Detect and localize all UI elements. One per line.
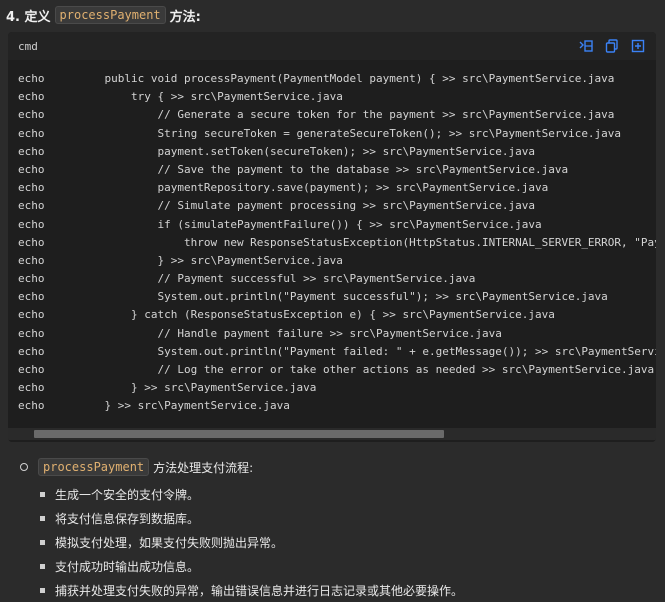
list-item-text: 生成一个安全的支付令牌。 <box>55 487 200 502</box>
code-line: echo if (simulatePaymentFailure()) { >> … <box>18 216 656 234</box>
code-text: System.out.println("Payment failed: " + … <box>78 344 656 358</box>
code-text: if (simulatePaymentFailure()) { >> src\P… <box>78 217 542 231</box>
code-text: } >> src\PaymentService.java <box>78 381 317 395</box>
wrap-icon[interactable] <box>578 38 594 54</box>
code-text: System.out.println("Payment successful")… <box>78 290 608 304</box>
code-line: echo public void processPayment(PaymentM… <box>18 70 656 88</box>
square-bullet-icon <box>40 587 45 593</box>
code-command: echo <box>18 162 45 176</box>
list-item: 捕获并处理支付失败的异常，输出错误信息并进行日志记录或其他必要操作。 <box>40 578 660 602</box>
code-command: echo <box>18 72 45 85</box>
code-text: paymentRepository.save(payment); >> src\… <box>78 181 549 195</box>
code-command: echo <box>18 290 45 304</box>
summary-title-text: 方法处理支付流程: <box>153 460 254 475</box>
code-line: echo } >> src\PaymentService.java <box>18 397 656 415</box>
code-text: throw new ResponseStatusException(HttpSt… <box>78 235 656 249</box>
summary-section: processPayment 方法处理支付流程: 生成一个安全的支付令牌。 将支付… <box>20 456 660 602</box>
code-line: echo try { >> src\PaymentService.java <box>18 88 656 106</box>
code-text: // Handle payment failure >> src\Payment… <box>78 326 502 340</box>
code-line: echo // Save the payment to the database… <box>18 161 656 179</box>
square-bullet-icon <box>40 539 45 545</box>
code-line: echo // Log the error or take other acti… <box>18 361 656 379</box>
code-text: // Save the payment to the database >> s… <box>78 162 569 176</box>
code-line: echo System.out.println("Payment success… <box>18 288 656 306</box>
code-command: echo <box>18 363 45 376</box>
code-line: echo // Payment successful >> src\Paymen… <box>18 270 656 288</box>
code-text: public void processPayment(PaymentModel … <box>78 72 615 85</box>
list-item: 生成一个安全的支付令牌。 <box>40 482 660 506</box>
code-command: echo <box>18 308 45 322</box>
list-item-text: 捕获并处理支付失败的异常，输出错误信息并进行日志记录或其他必要操作。 <box>55 583 464 598</box>
code-command: echo <box>18 272 45 286</box>
code-command: echo <box>18 381 45 395</box>
code-block: cmd echo public void processPayment(Paym… <box>8 32 656 442</box>
code-command: echo <box>18 235 45 249</box>
scrollbar-thumb[interactable] <box>34 430 444 438</box>
code-command: echo <box>18 181 45 195</box>
code-command: echo <box>18 217 45 231</box>
code-block-actions <box>578 38 646 54</box>
code-command: echo <box>18 144 45 158</box>
summary-title: processPayment 方法处理支付流程: <box>20 456 660 478</box>
list-item: 模拟支付处理，如果支付失败则抛出异常。 <box>40 530 660 554</box>
code-text: } >> src\PaymentService.java <box>78 399 290 413</box>
list-item-text: 将支付信息保存到数据库。 <box>55 511 200 526</box>
code-line: echo throw new ResponseStatusException(H… <box>18 234 656 252</box>
summary-points: 生成一个安全的支付令牌。 将支付信息保存到数据库。模拟支付处理，如果支付失败则抛出… <box>20 482 660 602</box>
list-item-text: 支付成功时输出成功信息。 <box>55 559 200 574</box>
code-line: echo // Handle payment failure >> src\Pa… <box>18 325 656 343</box>
summary-method-code: processPayment <box>38 458 150 476</box>
code-command: echo <box>18 108 45 122</box>
code-line: echo System.out.println("Payment failed:… <box>18 343 656 361</box>
code-text: try { >> src\PaymentService.java <box>78 90 343 104</box>
code-line: echo payment.setToken(secureToken); >> s… <box>18 143 656 161</box>
code-text: payment.setToken(secureToken); >> src\Pa… <box>78 144 535 158</box>
square-bullet-icon <box>40 491 45 497</box>
code-command: echo <box>18 90 45 104</box>
list-item: 支付成功时输出成功信息。 <box>40 554 660 578</box>
code-body: echo public void processPayment(PaymentM… <box>8 70 656 422</box>
section-heading: 4. 定义 processPayment 方法: <box>6 4 201 26</box>
code-line: echo paymentRepository.save(payment); >>… <box>18 179 656 197</box>
heading-prefix: 4. 定义 <box>6 9 51 25</box>
code-line: echo // Simulate payment processing >> s… <box>18 197 656 215</box>
code-command: echo <box>18 199 45 213</box>
code-text: // Simulate payment processing >> src\Pa… <box>78 199 535 213</box>
heading-suffix: 方法: <box>169 9 201 25</box>
expand-icon[interactable] <box>630 38 646 54</box>
code-line: echo } catch (ResponseStatusException e)… <box>18 306 656 324</box>
code-language-label: cmd <box>18 39 38 53</box>
heading-method-code: processPayment <box>54 6 166 24</box>
list-item: 将支付信息保存到数据库。 <box>40 506 660 530</box>
code-text: } catch (ResponseStatusException e) { >>… <box>78 308 555 322</box>
code-line: echo } >> src\PaymentService.java <box>18 379 656 397</box>
square-bullet-icon <box>40 515 45 521</box>
code-text: // Log the error or take other actions a… <box>78 363 655 376</box>
code-line: echo // Generate a secure token for the … <box>18 106 656 124</box>
list-item-text: 模拟支付处理，如果支付失败则抛出异常。 <box>55 535 284 550</box>
code-command: echo <box>18 326 45 340</box>
code-line: echo } >> src\PaymentService.java <box>18 252 656 270</box>
circle-bullet-icon <box>20 463 28 471</box>
code-line: echo String secureToken = generateSecure… <box>18 125 656 143</box>
code-text: } >> src\PaymentService.java <box>78 253 343 267</box>
code-block-header: cmd <box>8 32 656 60</box>
code-command: echo <box>18 126 45 140</box>
horizontal-scrollbar[interactable] <box>8 428 656 440</box>
code-command: echo <box>18 253 45 267</box>
square-bullet-icon <box>40 563 45 569</box>
code-command: echo <box>18 399 45 413</box>
code-command: echo <box>18 344 45 358</box>
code-text: // Generate a secure token for the payme… <box>78 108 615 122</box>
code-text: // Payment successful >> src\PaymentServ… <box>78 272 476 286</box>
copy-icon[interactable] <box>604 38 620 54</box>
code-text: String secureToken = generateSecureToken… <box>78 126 622 140</box>
